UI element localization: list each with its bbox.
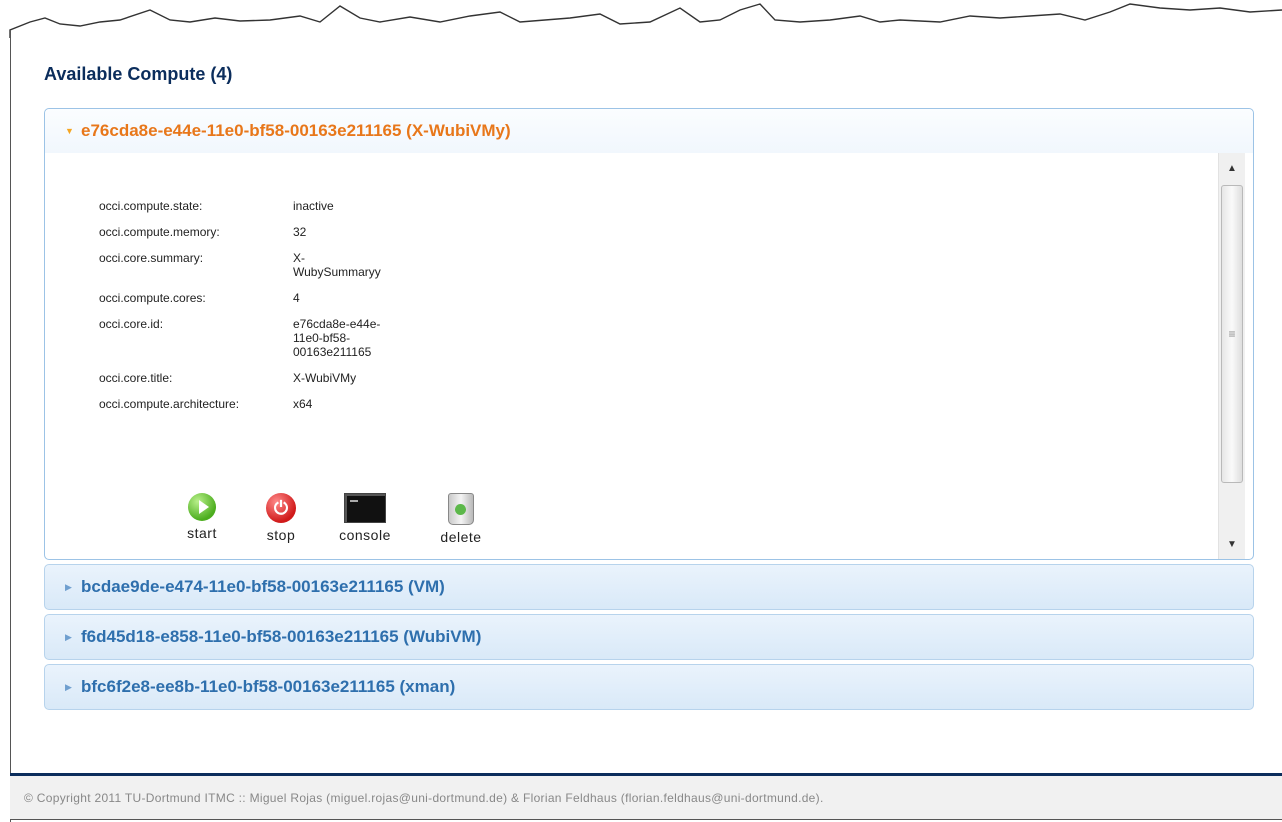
property-key: occi.compute.state: [99, 199, 203, 213]
property-value: X-WubiVMy [293, 371, 357, 385]
property-row: occi.compute.state: inactive [99, 199, 429, 225]
caret-right-icon: ▶ [65, 681, 72, 692]
start-button[interactable]: start [173, 493, 231, 545]
compute-panel[interactable]: ▶ bfc6f2e8-ee8b-11e0-bf58-00163e211165 (… [44, 664, 1254, 710]
compute-panel-header[interactable]: ▼ e76cda8e-e44e-11e0-bf58-00163e211165 (… [45, 109, 1253, 153]
property-key: occi.core.summary: [99, 251, 204, 265]
property-key: occi.core.id: [99, 317, 164, 331]
power-icon: ⏻ [266, 493, 296, 523]
compute-details: occi.compute.state: inactive occi.comput… [45, 153, 1253, 559]
caret-down-icon: ▼ [65, 126, 74, 136]
compute-title: bcdae9de-e474-11e0-bf58-00163e211165 (VM… [81, 577, 445, 596]
property-value: 32 [293, 225, 307, 239]
stop-button[interactable]: ⏻ stop [243, 493, 319, 545]
delete-button[interactable]: delete [423, 493, 499, 545]
delete-label: delete [440, 529, 482, 545]
caret-right-icon: ▶ [65, 581, 72, 592]
footer: © Copyright 2011 TU-Dortmund ITMC :: Mig… [10, 776, 1282, 820]
property-value: e76cda8e-e44e- 11e0-bf58- 00163e211165 [293, 317, 381, 359]
console-icon [344, 493, 386, 523]
compute-title: e76cda8e-e44e-11e0-bf58-00163e211165 (X-… [81, 121, 511, 140]
property-row: occi.core.id: e76cda8e-e44e- 11e0-bf58- … [99, 317, 429, 371]
property-value: x64 [293, 397, 313, 411]
compute-title: f6d45d18-e858-11e0-bf58-00163e211165 (Wu… [81, 627, 482, 646]
property-value: 4 [293, 291, 300, 305]
compute-accordion: ▼ e76cda8e-e44e-11e0-bf58-00163e211165 (… [44, 108, 1254, 714]
scroll-down-arrow-icon[interactable]: ▼ [1219, 529, 1245, 559]
compute-panel-header[interactable]: ▶ bfc6f2e8-ee8b-11e0-bf58-00163e211165 (… [45, 665, 1253, 709]
console-label: console [339, 527, 391, 543]
stop-label: stop [266, 527, 296, 543]
property-key: occi.compute.memory: [99, 225, 220, 239]
play-icon [188, 493, 216, 521]
trash-icon [448, 493, 474, 525]
property-key: occi.core.title: [99, 371, 173, 385]
compute-panel[interactable]: ▶ bcdae9de-e474-11e0-bf58-00163e211165 (… [44, 564, 1254, 610]
property-row: occi.compute.cores: 4 [99, 291, 429, 317]
details-scrollbar[interactable]: ▲ ≡ ▼ [1218, 153, 1245, 559]
property-key: occi.compute.architecture: [99, 397, 240, 411]
compute-title: bfc6f2e8-ee8b-11e0-bf58-00163e211165 (xm… [81, 677, 456, 696]
caret-right-icon: ▶ [65, 631, 72, 642]
compute-actions: start ⏻ stop console delete [173, 493, 499, 545]
property-value: X- WubySummaryy [293, 251, 381, 279]
property-row: occi.core.title: X-WubiVMy [99, 371, 429, 397]
property-key: occi.compute.cores: [99, 291, 206, 305]
console-button[interactable]: console [327, 493, 403, 545]
property-value: inactive [293, 199, 334, 213]
copyright-text: © Copyright 2011 TU-Dortmund ITMC :: Mig… [24, 790, 824, 805]
property-row: occi.compute.architecture: x64 [99, 397, 429, 423]
property-row: occi.core.summary: X- WubySummaryy [99, 251, 429, 291]
property-row: occi.compute.memory: 32 [99, 225, 429, 251]
compute-panel: ▼ e76cda8e-e44e-11e0-bf58-00163e211165 (… [44, 108, 1254, 560]
page-title: Available Compute (4) [44, 64, 233, 84]
scrollbar-thumb[interactable]: ≡ [1221, 185, 1243, 483]
compute-panel[interactable]: ▶ f6d45d18-e858-11e0-bf58-00163e211165 (… [44, 614, 1254, 660]
compute-panel-header[interactable]: ▶ bcdae9de-e474-11e0-bf58-00163e211165 (… [45, 565, 1253, 609]
start-label: start [187, 525, 217, 541]
scroll-up-arrow-icon[interactable]: ▲ [1219, 153, 1245, 183]
compute-panel-header[interactable]: ▶ f6d45d18-e858-11e0-bf58-00163e211165 (… [45, 615, 1253, 659]
properties-table: occi.compute.state: inactive occi.comput… [99, 199, 429, 423]
